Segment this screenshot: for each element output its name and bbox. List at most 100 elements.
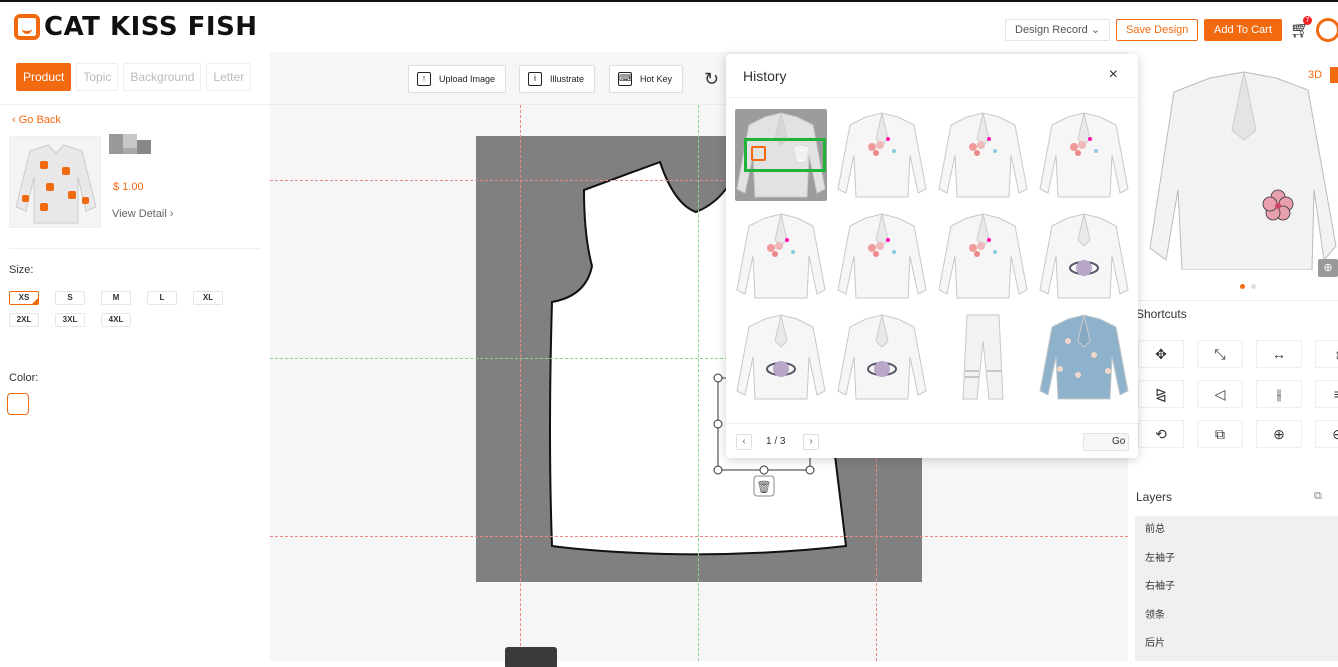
stretch-vertical-icon[interactable]: ↕	[1315, 340, 1338, 368]
tab-topic[interactable]: Topic	[76, 63, 119, 91]
history-thumbnail[interactable]	[1038, 311, 1130, 403]
save-design-button[interactable]: Save Design	[1116, 19, 1199, 41]
history-thumbnail[interactable]	[937, 210, 1029, 302]
flip-vertical-icon[interactable]: ◁	[1197, 380, 1243, 408]
upload-image-button[interactable]: ↑ Upload Image	[408, 65, 507, 93]
delete-icon[interactable]: 🗑︎	[792, 145, 811, 163]
color-label: Color:	[9, 372, 39, 384]
history-header: History ×	[726, 54, 1138, 98]
align-middle-icon[interactable]: ≡	[1315, 380, 1338, 408]
history-thumbnail[interactable]	[937, 109, 1029, 201]
left-panel: Product Topic Background Letter ‹ Go Bac…	[0, 52, 270, 661]
resize-diagonal-icon[interactable]: ⤡	[1197, 340, 1243, 368]
hot-key-label: Hot Key	[640, 74, 673, 84]
divider	[0, 104, 270, 105]
layers-copy-icon[interactable]: ⧉	[1314, 490, 1322, 503]
duplicate-icon[interactable]: ⧉	[1197, 420, 1243, 448]
size-option[interactable]: M	[101, 291, 131, 305]
history-thumbnail[interactable]	[735, 311, 827, 403]
history-thumbnail[interactable]	[937, 311, 1029, 403]
layers-list: 前总 左袖子 右袖子 领条 后片	[1135, 516, 1338, 661]
carousel-dot[interactable]	[1240, 284, 1245, 289]
view-2d-toggle[interactable]	[1330, 67, 1338, 83]
history-thumbnail[interactable]	[836, 210, 928, 302]
color-swatch[interactable]	[7, 393, 29, 415]
chevron-right-icon[interactable]: ›	[803, 434, 819, 450]
preview-3d[interactable]	[1148, 70, 1338, 270]
redo-icon[interactable]: ↻	[704, 69, 719, 90]
size-option[interactable]: 4XL	[101, 313, 131, 327]
info-icon: i	[528, 72, 542, 86]
layer-item[interactable]: 领条	[1135, 602, 1338, 631]
size-options: XS S M L XL 2XL 3XL 4XL	[9, 291, 264, 327]
history-thumbnail[interactable]	[836, 311, 928, 403]
guide-line	[698, 105, 699, 661]
history-grid: 🗑︎	[735, 109, 1130, 403]
history-title: History	[743, 68, 787, 84]
history-thumbnail[interactable]	[1038, 109, 1130, 201]
layer-item[interactable]: 左袖子	[1135, 545, 1338, 574]
history-thumbnail[interactable]: 🗑︎	[735, 109, 827, 201]
illustrate-label: Illustrate	[550, 74, 585, 84]
size-option[interactable]: S	[55, 291, 85, 305]
view-3d-toggle[interactable]: 3D	[1308, 69, 1322, 81]
guide-line	[270, 536, 1128, 537]
size-option[interactable]: XL	[193, 291, 223, 305]
layer-item[interactable]: 右袖子	[1135, 573, 1338, 602]
history-thumbnail[interactable]	[836, 109, 928, 201]
edit-icon[interactable]	[751, 146, 766, 161]
avatar[interactable]	[1316, 18, 1338, 42]
size-option[interactable]: 3XL	[55, 313, 85, 327]
history-thumbnail[interactable]	[735, 210, 827, 302]
product-thumbnail[interactable]	[9, 136, 101, 228]
close-icon[interactable]: ×	[1109, 66, 1118, 84]
shortcuts-title: Shortcuts	[1136, 307, 1187, 321]
logo[interactable]: CAT KISS FISH	[14, 12, 258, 42]
history-thumbnail[interactable]	[1038, 210, 1130, 302]
layer-item[interactable]: 前总	[1135, 516, 1338, 545]
tab-letter[interactable]: Letter	[206, 63, 252, 91]
view-detail-link[interactable]: View Detail ›	[112, 208, 174, 220]
move-center-icon[interactable]: ✥	[1138, 340, 1184, 368]
layers-title: Layers	[1136, 490, 1173, 504]
rotate-icon[interactable]: ⟲	[1138, 420, 1184, 448]
chevron-left-icon[interactable]: ‹	[736, 434, 752, 450]
right-panel: 3D ⊕ Shortcuts ✥ ⤡ ↔ ↕ ⧎ ◁ ⫲ ≡ ⟲ ⧉ ⊕ ⊖ L…	[1128, 52, 1338, 661]
hot-key-button[interactable]: ⌨ Hot Key	[609, 65, 684, 93]
size-option[interactable]: 2XL	[9, 313, 39, 327]
view-detail-label: View Detail	[112, 208, 167, 220]
carousel-dot[interactable]	[1251, 284, 1256, 289]
go-page-button[interactable]: Go	[1083, 433, 1129, 451]
top-bar: CAT KISS FISH Design Record ⌄ Save Desig…	[0, 0, 1338, 52]
zoom-in-icon[interactable]: ⊕	[1256, 420, 1302, 448]
flip-horizontal-icon[interactable]: ⧎	[1138, 380, 1184, 408]
size-option[interactable]: L	[147, 291, 177, 305]
zoom-in-icon[interactable]: ⊕	[1318, 259, 1338, 277]
go-back-label: Go Back	[18, 114, 61, 126]
page-indicator: 1 / 3	[766, 436, 786, 447]
guide-line	[520, 105, 521, 661]
layer-item[interactable]: 后片	[1135, 630, 1338, 659]
bottom-tab[interactable]	[505, 647, 557, 667]
svg-text:🗑︎: 🗑︎	[756, 480, 771, 494]
product-name-pixelated	[109, 134, 151, 154]
category-tabs: Product Topic Background Letter	[16, 63, 252, 91]
logo-icon	[14, 14, 40, 40]
divider	[1128, 300, 1338, 301]
shortcuts-grid: ✥ ⤡ ↔ ↕ ⧎ ◁ ⫲ ≡ ⟲ ⧉ ⊕ ⊖	[1138, 340, 1338, 448]
keyboard-icon: ⌨	[618, 72, 632, 86]
size-label: Size:	[9, 264, 34, 276]
history-dialog: History × 🗑︎ ‹ 1 / 3 › Go	[726, 54, 1138, 458]
tab-product[interactable]: Product	[16, 63, 72, 91]
illustrate-button[interactable]: i Illustrate	[519, 65, 596, 93]
design-record-button[interactable]: Design Record ⌄	[1005, 19, 1111, 41]
go-back-link[interactable]: ‹ Go Back	[12, 114, 61, 126]
size-option[interactable]: XS	[9, 291, 39, 305]
divider	[9, 248, 260, 249]
zoom-out-icon[interactable]: ⊖	[1315, 420, 1338, 448]
add-to-cart-button[interactable]: Add To Cart	[1204, 19, 1282, 41]
stretch-horizontal-icon[interactable]: ↔	[1256, 340, 1302, 368]
align-center-icon[interactable]: ⫲	[1256, 380, 1302, 408]
carousel-dots	[1240, 284, 1256, 289]
tab-background[interactable]: Background	[123, 63, 202, 91]
